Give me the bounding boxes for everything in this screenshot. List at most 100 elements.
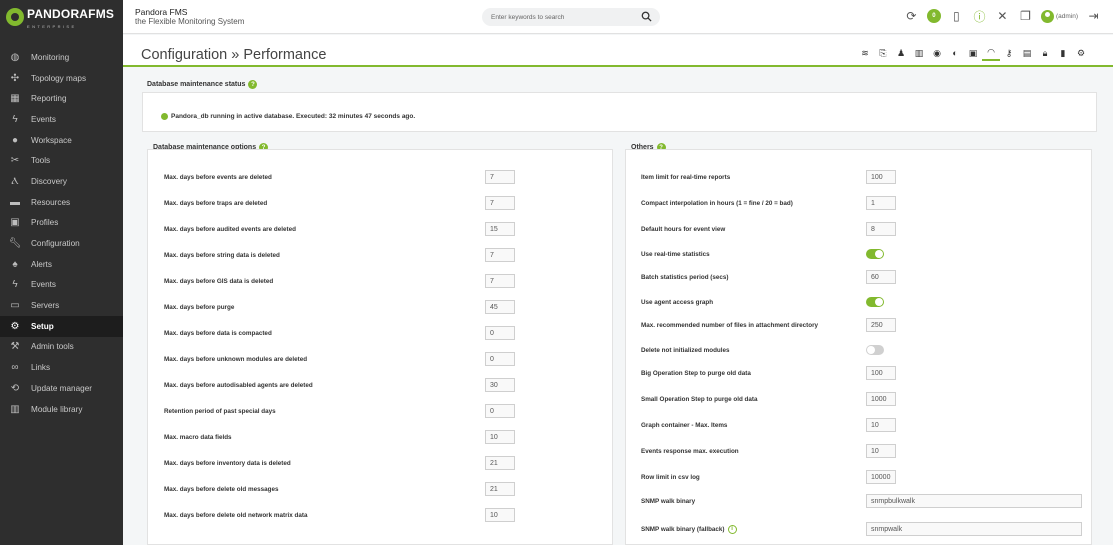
toggle-switch[interactable] [866, 345, 884, 355]
tab-enterprise-icon[interactable]: ⎘ [874, 45, 892, 61]
others-input[interactable]: 100 [866, 170, 896, 184]
tab-notifications-icon[interactable]: ♟ [892, 45, 910, 61]
db-option-row: Max. days before unknown modules are del… [164, 352, 307, 366]
sidebar-item-reporting[interactable]: ▦ Reporting [0, 88, 123, 109]
toggle-switch[interactable] [866, 249, 884, 259]
alert-icon[interactable]: ⓘ [972, 8, 987, 24]
others-input[interactable]: snmpbulkwalk [866, 494, 1082, 508]
topology-icon: ✣ [10, 72, 20, 84]
others-input[interactable]: 60 [866, 270, 896, 284]
tab-module-library-icon[interactable]: ▮ [1054, 45, 1072, 61]
others-input[interactable]: 1000 [866, 392, 896, 406]
db-option-label: Max. days before inventory data is delet… [164, 459, 291, 467]
sidebar-item-alerts[interactable]: ♠ Alerts [0, 254, 123, 275]
db-option-label: Max. days before unknown modules are del… [164, 355, 308, 363]
notifications-badge[interactable]: 0 [926, 9, 941, 23]
sidebar-item-update-manager[interactable]: ⟲ Update manager [0, 378, 123, 399]
others-row: Small Operation Step to purge old data [641, 392, 758, 406]
tab-ehorus-icon[interactable]: ◐ [946, 45, 964, 61]
sidebar-item-topology-maps[interactable]: ✣ Topology maps [0, 68, 123, 89]
tab-key-icon[interactable]: ⚷ [1000, 45, 1018, 61]
sidebar-item-discovery[interactable]: Ⲁ Discovery [0, 171, 123, 192]
others-label: Max. recommended number of files in atta… [641, 321, 819, 329]
sidebar-item-label: Update manager [31, 383, 92, 393]
others-input[interactable]: 250 [866, 318, 896, 332]
pandora-logo-icon [6, 8, 24, 26]
tab-general-icon[interactable]: ≋ [856, 45, 874, 61]
sidebar-item-admin-tools[interactable]: ⚒ Admin tools [0, 337, 123, 358]
others-input[interactable]: 100 [866, 366, 896, 380]
user-menu[interactable]: (admin) [1040, 9, 1078, 23]
copy-icon[interactable]: ❐ [1018, 8, 1033, 24]
others-input[interactable]: 10 [866, 444, 896, 458]
db-option-input[interactable]: 7 [485, 196, 515, 210]
tab-performance-icon[interactable]: ◠ [982, 45, 1000, 61]
db-status-line: Pandora_db running in active database. E… [161, 113, 415, 120]
tools-icon: ✂ [10, 155, 20, 167]
others-label: SNMP walk binary [641, 497, 696, 505]
others-row: Default hours for event view [641, 222, 725, 236]
sidebar-item-label: Reporting [31, 94, 67, 104]
db-option-label: Max. days before data is compacted [164, 329, 272, 337]
tab-settings-icon[interactable]: ⚙ [1072, 45, 1090, 61]
others-input[interactable]: snmpwalk [866, 522, 1082, 536]
server-status-icon[interactable]: ▯ [949, 8, 964, 24]
others-input[interactable]: 8 [866, 222, 896, 236]
others-input[interactable]: 1 [866, 196, 896, 210]
others-label: Item limit for real-time reports [641, 173, 731, 181]
others-input[interactable]: 10 [866, 418, 896, 432]
sidebar-item-resources[interactable]: ▬ Resources [0, 192, 123, 213]
sidebar-menu: ◍ Monitoring ✣ Topology maps ▦ Reporting ϟ Even… [0, 47, 123, 419]
db-status-message: Pandora_db running in active database. E… [171, 113, 416, 120]
search-input[interactable]: Enter keywords to search [482, 8, 660, 26]
brand: Pandora FMS the Flexible Monitoring Syst… [135, 7, 244, 27]
db-option-label: Max. days before purge [164, 303, 235, 311]
db-option-input[interactable]: 0 [485, 404, 515, 418]
db-option-input[interactable]: 15 [485, 222, 515, 236]
db-option-input[interactable]: 30 [485, 378, 515, 392]
tab-visual-icon[interactable]: ▥ [910, 45, 928, 61]
db-option-input[interactable]: 10 [485, 430, 515, 444]
sidebar-item-links[interactable]: ∞ Links [0, 357, 123, 378]
tab-auth-icon[interactable]: ◉ [928, 45, 946, 61]
info-icon[interactable]: i [727, 524, 737, 534]
tools-icon[interactable]: ✕ [995, 8, 1010, 24]
tab-integria-icon[interactable]: ▣ [964, 45, 982, 61]
events-icon: ϟ [12, 279, 18, 291]
db-option-input[interactable]: 0 [485, 352, 515, 366]
toggle-switch[interactable] [866, 297, 884, 307]
sidebar-item-label: Setup [31, 321, 54, 331]
logout-icon[interactable]: ⇥ [1086, 8, 1101, 24]
db-option-input[interactable]: 21 [485, 456, 515, 470]
sidebar-item-module-library[interactable]: ▥ Module library [0, 399, 123, 420]
db-option-input[interactable]: 10 [485, 508, 515, 522]
db-option-input[interactable]: 0 [485, 326, 515, 340]
sidebar-item-configuration[interactable]: 🔧︎ Configuration [0, 233, 123, 254]
sidebar-item-monitoring[interactable]: ◍ Monitoring [0, 47, 123, 68]
search-placeholder: Enter keywords to search [491, 13, 565, 21]
search-icon[interactable] [641, 11, 652, 22]
help-icon[interactable]: ? [248, 80, 258, 89]
db-option-input[interactable]: 45 [485, 300, 515, 314]
sidebar-item-workspace[interactable]: ● Workspace [0, 130, 123, 151]
db-option-input[interactable]: 7 [485, 274, 515, 288]
sidebar-item-profiles[interactable]: ▣ Profiles [0, 213, 123, 234]
tab-history-icon[interactable]: ▤ [1018, 45, 1036, 61]
sidebar-item-tools[interactable]: ✂ Tools [0, 150, 123, 171]
sidebar-item-setup[interactable]: ⚙ Setup [0, 315, 123, 337]
db-option-input[interactable]: 7 [485, 248, 515, 262]
sidebar-item-events[interactable]: ϟ Events [0, 275, 123, 296]
logo[interactable]: PANDORAFMS ENTERPRISE [0, 0, 123, 34]
db-option-row: Max. days before data is compacted [164, 326, 272, 340]
db-option-input[interactable]: 7 [485, 170, 515, 184]
db-status-title: Database maintenance status ? [147, 80, 258, 89]
others-input[interactable]: 10000 [866, 470, 896, 484]
sidebar-item-events[interactable]: ϟ Events [0, 109, 123, 130]
tab-lock-icon[interactable]: 🔒︎ [1036, 45, 1054, 61]
monitoring-icon: ◍ [10, 51, 20, 63]
db-option-input[interactable]: 21 [485, 482, 515, 496]
refresh-icon[interactable]: ⟳ [904, 8, 919, 24]
db-option-label: Max. days before delete old messages [164, 485, 279, 493]
sidebar-item-servers[interactable]: ▭ Servers [0, 295, 123, 316]
sidebar-item-label: Tools [31, 156, 51, 166]
